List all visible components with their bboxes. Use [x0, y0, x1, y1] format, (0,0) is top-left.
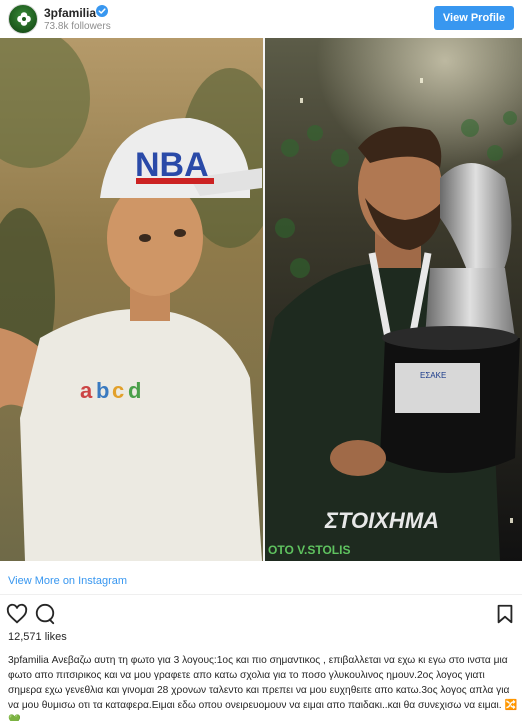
avatar[interactable]	[8, 4, 38, 34]
comment-icon[interactable]	[34, 603, 56, 625]
followers-count: 73.8k followers	[44, 21, 111, 32]
view-profile-button[interactable]: View Profile	[434, 6, 514, 30]
divider	[0, 594, 522, 595]
svg-text:a: a	[80, 378, 93, 403]
trophy-plaque: ΕΣΑΚΕ	[420, 371, 446, 380]
view-more-link[interactable]: View More on Instagram	[8, 575, 127, 587]
svg-text:c: c	[112, 378, 124, 403]
svg-text:b: b	[96, 378, 109, 403]
verified-badge-icon	[96, 5, 108, 17]
caption: 3pfamilia Ανεβαζω αυτη τη φωτο για 3 λογ…	[8, 653, 518, 721]
username-link[interactable]: 3pfamilia	[44, 6, 96, 20]
photo-watermark: OTO V.STOLIS	[268, 543, 350, 557]
heart-icon[interactable]	[6, 603, 28, 625]
caption-username[interactable]: 3pfamilia	[8, 655, 49, 666]
jersey-sponsor-text: ΣΤΟΙΧΗΜΑ	[324, 508, 439, 533]
caption-text: Ανεβαζω αυτη τη φωτο για 3 λογους:1ος κα…	[8, 655, 510, 711]
svg-text:d: d	[128, 378, 141, 403]
post-photo[interactable]: a b c d NBA ΣΤΟΙΧΗΜΑ ΕΣΑΚΕ OTO V.STOLIS	[0, 38, 522, 561]
clover-icon	[17, 12, 31, 26]
bookmark-icon[interactable]	[494, 603, 516, 625]
post-header: 3pfamilia 73.8k followers View Profile	[0, 0, 522, 40]
likes-count: 12,571 likes	[8, 631, 67, 643]
